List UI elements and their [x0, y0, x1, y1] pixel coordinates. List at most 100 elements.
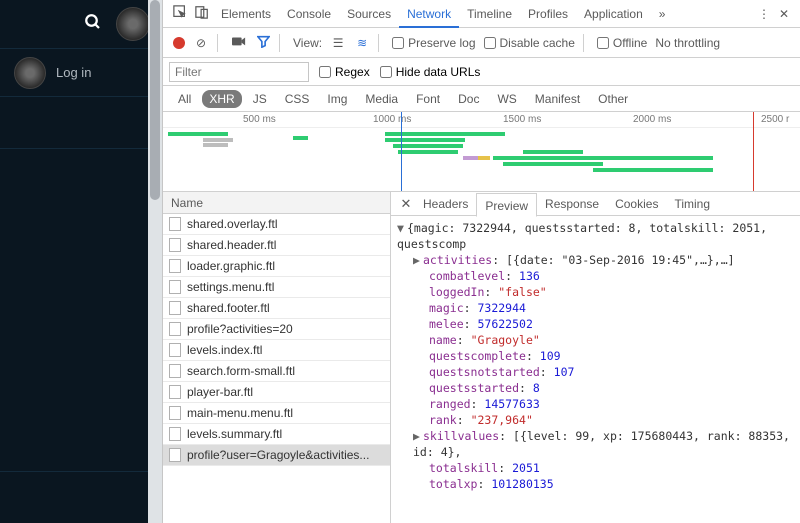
filter-row: Regex Hide data URLs — [163, 58, 800, 86]
type-img[interactable]: Img — [320, 90, 354, 108]
tab-more[interactable]: » — [651, 0, 674, 28]
network-main: Name shared.overlay.ftl shared.header.ftl… — [163, 192, 800, 523]
request-item[interactable]: levels.index.ftl — [163, 340, 390, 361]
request-name: shared.header.ftl — [187, 238, 276, 252]
request-item[interactable]: shared.header.ftl — [163, 235, 390, 256]
request-name: loader.graphic.ftl — [187, 259, 275, 273]
request-name: profile?user=Gragoyle&activities... — [187, 448, 369, 462]
request-item[interactable]: search.form-small.ftl — [163, 361, 390, 382]
detail-tab-preview[interactable]: Preview — [476, 193, 537, 217]
document-icon — [169, 322, 181, 336]
type-filter-row: All XHR JS CSS Img Media Font Doc WS Man… — [163, 86, 800, 112]
tab-elements[interactable]: Elements — [213, 0, 279, 28]
detail-tab-headers[interactable]: Headers — [415, 192, 476, 216]
close-detail-icon[interactable]: ✕ — [397, 196, 415, 212]
tab-timeline[interactable]: Timeline — [459, 0, 520, 28]
sidebar-spacer — [0, 96, 162, 148]
inspect-icon[interactable] — [169, 5, 191, 22]
tick: 500 ms — [243, 114, 276, 125]
type-font[interactable]: Font — [409, 90, 447, 108]
tick: 2500 r — [761, 114, 789, 125]
device-icon[interactable] — [191, 5, 213, 22]
tab-network[interactable]: Network — [399, 0, 459, 28]
request-item[interactable]: player-bar.ftl — [163, 382, 390, 403]
type-xhr[interactable]: XHR — [202, 90, 241, 108]
request-list: Name shared.overlay.ftl shared.header.ftl… — [163, 192, 391, 523]
request-item[interactable]: main-menu.menu.ftl — [163, 403, 390, 424]
type-ws[interactable]: WS — [490, 90, 523, 108]
search-icon[interactable] — [84, 13, 102, 36]
document-icon — [169, 448, 181, 462]
preview-line: questsnotstarted: 107 — [397, 364, 794, 380]
document-icon — [169, 427, 181, 441]
kebab-icon[interactable]: ⋮ — [754, 7, 774, 21]
devtools-panel: Elements Console Sources Network Timelin… — [162, 0, 800, 523]
devtools-tabs: Elements Console Sources Network Timelin… — [163, 0, 800, 28]
clear-icon[interactable]: ⊘ — [193, 36, 209, 50]
type-doc[interactable]: Doc — [451, 90, 486, 108]
request-item[interactable]: settings.menu.ftl — [163, 277, 390, 298]
document-icon — [169, 217, 181, 231]
preview-line: questsstarted: 8 — [397, 380, 794, 396]
preview-line: questscomplete: 109 — [397, 348, 794, 364]
tab-profiles[interactable]: Profiles — [520, 0, 576, 28]
tab-application[interactable]: Application — [576, 0, 651, 28]
type-media[interactable]: Media — [358, 90, 405, 108]
timeline-overview[interactable]: 500 ms 1000 ms 1500 ms 2000 ms 2500 r — [163, 112, 800, 192]
offline-checkbox[interactable]: Offline — [597, 36, 647, 50]
load-line — [753, 112, 754, 191]
hide-dataurl-checkbox[interactable]: Hide data URLs — [380, 65, 481, 79]
view-label: View: — [293, 36, 322, 50]
request-name: search.form-small.ftl — [187, 364, 295, 378]
type-all[interactable]: All — [171, 90, 198, 108]
record-button[interactable] — [173, 37, 185, 49]
regex-checkbox[interactable]: Regex — [319, 65, 370, 79]
preview-line: totalskill: 2051 — [397, 460, 794, 476]
detail-tab-cookies[interactable]: Cookies — [607, 192, 666, 216]
view-list-icon[interactable]: ☰ — [330, 36, 346, 50]
document-icon — [169, 343, 181, 357]
preview-line: name: "Gragoyle" — [397, 332, 794, 348]
request-list-header[interactable]: Name — [163, 192, 390, 214]
view-waterfall-icon[interactable]: ≋ — [354, 36, 370, 50]
game-sidebar: Log in — [0, 0, 162, 523]
type-other[interactable]: Other — [591, 90, 635, 108]
request-detail: ✕ Headers Preview Response Cookies Timin… — [391, 192, 800, 523]
sidebar-scrollbar[interactable] — [148, 0, 162, 523]
avatar[interactable] — [116, 7, 150, 41]
filter-input[interactable] — [169, 62, 309, 82]
request-item[interactable]: profile?user=Gragoyle&activities... — [163, 445, 390, 466]
camera-icon[interactable] — [231, 35, 247, 50]
tab-console[interactable]: Console — [279, 0, 339, 28]
request-item[interactable]: shared.footer.ftl — [163, 298, 390, 319]
type-js[interactable]: JS — [246, 90, 274, 108]
tick: 2000 ms — [633, 114, 671, 125]
detail-tab-timing[interactable]: Timing — [666, 192, 718, 216]
preview-line: ranged: 14577633 — [397, 396, 794, 412]
request-item[interactable]: profile?activities=20 — [163, 319, 390, 340]
sidebar-blank — [0, 148, 162, 471]
request-item[interactable]: levels.summary.ftl — [163, 424, 390, 445]
disable-cache-checkbox[interactable]: Disable cache — [484, 36, 575, 50]
request-name: settings.menu.ftl — [187, 280, 274, 294]
preview-body[interactable]: ▼{magic: 7322944, questsstarted: 8, tota… — [391, 216, 800, 523]
scroll-thumb[interactable] — [150, 0, 160, 200]
tick: 1000 ms — [373, 114, 411, 125]
request-name: levels.index.ftl — [187, 343, 262, 357]
type-css[interactable]: CSS — [278, 90, 317, 108]
tab-sources[interactable]: Sources — [339, 0, 399, 28]
request-name: levels.summary.ftl — [187, 427, 282, 441]
request-item[interactable]: loader.graphic.ftl — [163, 256, 390, 277]
request-item[interactable]: shared.overlay.ftl — [163, 214, 390, 235]
overview-ruler: 500 ms 1000 ms 1500 ms 2000 ms 2500 r — [163, 112, 800, 128]
sidebar-login-row[interactable]: Log in — [0, 48, 162, 96]
close-icon[interactable]: ✕ — [774, 7, 794, 21]
preview-line: totalxp: 101280135 — [397, 476, 794, 492]
throttle-select[interactable]: No throttling — [655, 36, 720, 50]
preserve-log-checkbox[interactable]: Preserve log — [392, 36, 475, 50]
type-manifest[interactable]: Manifest — [528, 90, 587, 108]
detail-tab-response[interactable]: Response — [537, 192, 607, 216]
document-icon — [169, 280, 181, 294]
filter-icon[interactable] — [255, 35, 271, 51]
document-icon — [169, 364, 181, 378]
